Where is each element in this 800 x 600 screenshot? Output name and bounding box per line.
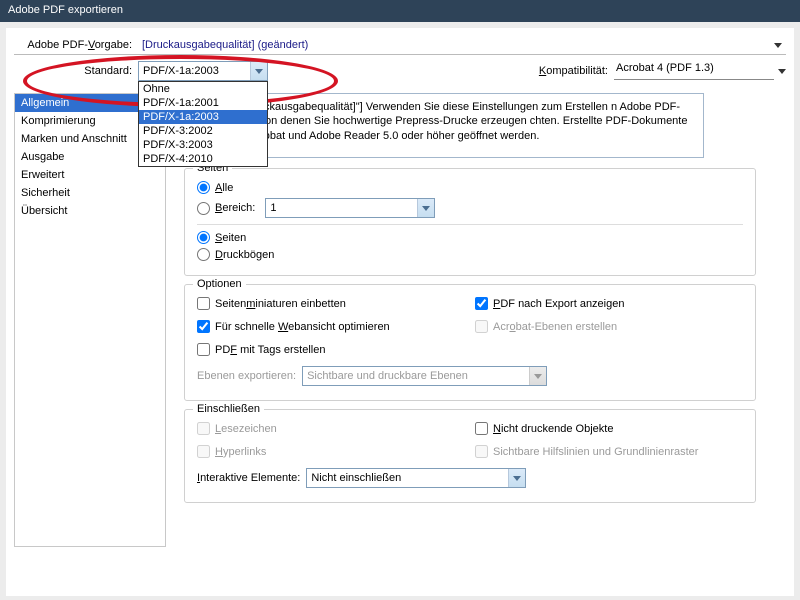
standard-label: Standard: xyxy=(14,65,132,77)
radio-druckboegen-label: Druckbögen xyxy=(215,249,274,261)
range-arrow-icon[interactable] xyxy=(417,199,434,217)
radio-seiten[interactable] xyxy=(197,231,210,244)
check-web[interactable] xyxy=(197,320,210,333)
sidebar-item-uebersicht[interactable]: Übersicht xyxy=(15,202,165,220)
check-pdf-export-label: PDF nach Export anzeigen xyxy=(493,298,624,310)
check-acrobat-ebenen-label: Acrobat-Ebenen erstellen xyxy=(493,321,617,333)
check-tags-label: PDF mit Tags erstellen xyxy=(215,344,325,356)
check-nicht-druckend[interactable] xyxy=(475,422,488,435)
radio-bereich[interactable] xyxy=(197,202,210,215)
window-title: Adobe PDF exportieren xyxy=(8,4,123,16)
check-nicht-druckend-label: Nicht druckende Objekte xyxy=(493,423,613,435)
check-hilfslinien-label: Sichtbare Hilfslinien und Grundlinienras… xyxy=(493,446,698,458)
compat-dropdown-arrow[interactable] xyxy=(778,69,786,74)
pages-group: Seiten Alle Bereich: 1 Seiten xyxy=(184,168,756,276)
check-pdf-export[interactable] xyxy=(475,297,488,310)
standard-dropdown-list: Ohne PDF/X-1a:2001 PDF/X-1a:2003 PDF/X-3… xyxy=(138,81,268,167)
interaktive-select[interactable]: Nicht einschließen xyxy=(306,468,526,488)
dd-option[interactable]: PDF/X-1a:2003 xyxy=(139,110,267,124)
radio-alle[interactable] xyxy=(197,181,210,194)
ebenen-select: Sichtbare und druckbare Ebenen xyxy=(302,366,547,386)
dd-option[interactable]: PDF/X-3:2002 xyxy=(139,124,267,138)
dd-option[interactable]: PDF/X-4:2010 xyxy=(139,152,267,166)
check-hyperlinks-label: Hyperlinks xyxy=(215,446,266,458)
radio-seiten-label: Seiten xyxy=(215,232,246,244)
sidebar-item-sicherheit[interactable]: Sicherheit xyxy=(15,184,165,202)
interaktive-arrow-icon[interactable] xyxy=(508,469,525,487)
compat-label: Kompatibilität: xyxy=(539,65,608,77)
check-hyperlinks xyxy=(197,445,210,458)
interaktive-label: Interaktive Elemente: xyxy=(197,472,300,484)
check-hilfslinien xyxy=(475,445,488,458)
check-web-label: Für schnelle Webansicht optimieren xyxy=(215,321,390,333)
include-group-title: Einschließen xyxy=(193,403,264,415)
dialog-body: Adobe PDF-Vorgabe: [Druckausgabequalität… xyxy=(6,28,794,596)
dd-option[interactable]: PDF/X-1a:2001 xyxy=(139,96,267,110)
check-miniaturen[interactable] xyxy=(197,297,210,310)
check-acrobat-ebenen xyxy=(475,320,488,333)
range-select[interactable]: 1 xyxy=(265,198,435,218)
check-tags[interactable] xyxy=(197,343,210,356)
preset-dropdown-arrow[interactable] xyxy=(769,36,786,54)
include-group: Einschließen Lesezeichen Nicht druckende… xyxy=(184,409,756,503)
radio-alle-label: Alle xyxy=(215,182,233,194)
radio-druckboegen[interactable] xyxy=(197,248,210,261)
check-lesezeichen-label: Lesezeichen xyxy=(215,423,277,435)
ebenen-label: Ebenen exportieren: xyxy=(197,370,296,382)
radio-bereich-label: Bereich: xyxy=(215,202,255,214)
compat-value[interactable]: Acrobat 4 (PDF 1.3) xyxy=(614,62,774,80)
options-group-title: Optionen xyxy=(193,278,246,290)
dd-option[interactable]: Ohne xyxy=(139,82,267,96)
check-miniaturen-label: Seitenminiaturen einbetten xyxy=(215,298,346,310)
sidebar-item-erweitert[interactable]: Erweitert xyxy=(15,166,165,184)
dropdown-arrow-icon[interactable] xyxy=(250,62,267,80)
options-group: Optionen Seitenminiaturen einbetten PDF … xyxy=(184,284,756,401)
preset-label: Adobe PDF-Vorgabe: xyxy=(14,39,132,51)
standard-dropdown[interactable]: PDF/X-1a:2003 Ohne PDF/X-1a:2001 PDF/X-1… xyxy=(138,61,268,81)
dd-option[interactable]: PDF/X-3:2003 xyxy=(139,138,267,152)
check-lesezeichen xyxy=(197,422,210,435)
compat-row: Kompatibilität: Acrobat 4 (PDF 1.3) xyxy=(539,62,786,80)
ebenen-arrow-icon xyxy=(529,367,546,385)
title-bar: Adobe PDF exportieren xyxy=(0,0,800,22)
preset-value[interactable]: [Druckausgabequalität] (geändert) xyxy=(138,39,769,51)
